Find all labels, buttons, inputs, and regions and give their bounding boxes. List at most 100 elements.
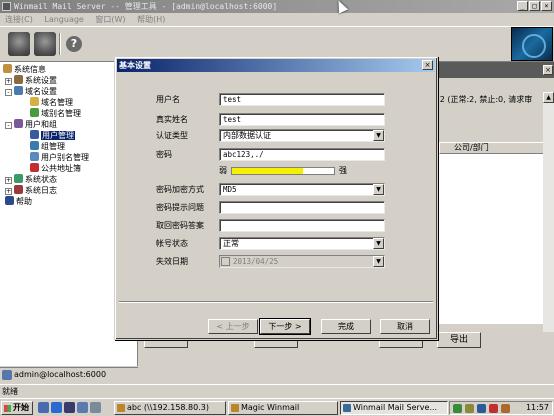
tray-app-icon[interactable] <box>477 404 486 413</box>
task-abc-folder[interactable]: abc (\\192.158.80.3) <box>114 401 226 415</box>
tree-item-help[interactable]: 帮助 <box>5 196 32 207</box>
logs-icon <box>14 185 23 194</box>
tree-item-user-alias[interactable]: 用户别名管理 <box>30 152 89 163</box>
maximize-button[interactable]: □ <box>529 1 540 11</box>
quicklaunch-explorer-icon[interactable] <box>77 402 88 413</box>
connect-server-icon[interactable] <box>8 32 30 56</box>
username-field[interactable]: test <box>219 93 385 106</box>
tree-item-domain-management[interactable]: 域名管理 <box>30 97 73 108</box>
finish-button[interactable]: 完成 <box>321 319 371 334</box>
winmail-logo <box>511 27 553 61</box>
chevron-down-icon[interactable]: ▼ <box>373 184 384 195</box>
tree-item-system-settings[interactable]: + 系统设置 <box>5 75 57 86</box>
chevron-down-icon[interactable]: ▼ <box>373 238 384 249</box>
quicklaunch-ie-icon[interactable] <box>51 402 62 413</box>
minimize-button[interactable]: _ <box>517 1 528 11</box>
domain-management-icon <box>30 97 39 106</box>
tray-volume-icon[interactable] <box>465 404 474 413</box>
status-bar: 就绪 <box>0 384 554 398</box>
realname-field[interactable]: test <box>219 113 385 126</box>
realname-label: 真实姓名 <box>156 115 188 124</box>
quicklaunch-server-icon[interactable] <box>90 402 101 413</box>
basic-settings-dialog: 基本设置 × 用户名 test 真实姓名 test 认证类型 内部数据认证 ▼ … <box>114 56 438 340</box>
task-winmail-server[interactable]: Winmail Mail Serve... <box>340 401 448 415</box>
tree-item-address-book[interactable]: 公共地址簿 <box>30 163 81 174</box>
expand-icon[interactable]: + <box>5 78 12 85</box>
clock: 11:57 <box>525 403 549 412</box>
expire-date-checkbox[interactable] <box>221 257 230 266</box>
system-info-icon <box>3 64 12 73</box>
tray-network-icon[interactable] <box>453 404 462 413</box>
quicklaunch-desktop-icon[interactable] <box>38 402 49 413</box>
toolbar-separator <box>59 33 61 55</box>
tray-mail-icon[interactable] <box>501 404 510 413</box>
tray-shield-icon[interactable] <box>489 404 498 413</box>
tree-item-domain-settings[interactable]: - 域名设置 <box>5 86 57 97</box>
hint-question-field[interactable] <box>219 201 385 214</box>
export-button[interactable]: 导出 <box>437 332 481 348</box>
chevron-down-icon[interactable]: ▼ <box>373 256 384 267</box>
back-button[interactable]: < 上一步 <box>208 319 258 334</box>
window-title: Winmail Mail Server -- 管理工具 - [admin@loc… <box>14 2 278 11</box>
tree-item-system-status[interactable]: + 系统状态 <box>5 174 57 185</box>
menu-window[interactable]: 窗口(W) <box>95 15 125 24</box>
folder-icon <box>117 404 125 412</box>
help-book-icon <box>5 196 14 205</box>
menu-bar: 连接(C) Language 窗口(W) 帮助(H) <box>0 13 554 26</box>
tree-item-group-management[interactable]: 组管理 <box>30 141 65 152</box>
expand-icon[interactable]: + <box>5 188 12 195</box>
hint-answer-field[interactable] <box>219 219 385 232</box>
strength-weak-label: 弱 <box>219 166 227 175</box>
status-icon <box>14 174 23 183</box>
password-field[interactable]: abc123,./ <box>219 148 385 161</box>
panel-close-button[interactable]: × <box>543 65 553 75</box>
cancel-button[interactable]: 取消 <box>380 319 430 334</box>
user-count-summary: :2 (正常:2, 禁止:0, 请求审 <box>437 95 533 104</box>
user-icon <box>30 130 39 139</box>
strength-strong-label: 强 <box>339 166 347 175</box>
user-list[interactable] <box>437 154 543 324</box>
tree-item-users-groups[interactable]: - 用户和组 <box>5 119 57 130</box>
settings-icon <box>14 75 23 84</box>
tree-item-system-logs[interactable]: + 系统日志 <box>5 185 57 196</box>
menu-connect[interactable]: 连接(C) <box>5 15 33 24</box>
start-button[interactable]: 开始 <box>1 401 33 415</box>
collapse-icon[interactable]: - <box>5 89 12 96</box>
auth-type-label: 认证类型 <box>156 131 188 140</box>
chevron-down-icon[interactable]: ▼ <box>373 130 384 141</box>
system-tray: 11:57 <box>449 401 553 415</box>
hint-question-label: 密码提示问题 <box>156 203 204 212</box>
close-button[interactable]: × <box>541 1 552 11</box>
tree-item-system-info[interactable]: 系统信息 <box>3 64 46 75</box>
taskbar: 开始 abc (\\192.158.80.3) Magic Winmail Wi… <box>0 398 554 416</box>
expire-date-label: 失效日期 <box>156 257 188 266</box>
task-magic-winmail[interactable]: Magic Winmail <box>228 401 338 415</box>
dialog-title: 基本设置 <box>119 61 151 70</box>
collapse-icon[interactable]: - <box>5 122 12 129</box>
username-label: 用户名 <box>156 95 180 104</box>
status-text: 就绪 <box>2 387 18 396</box>
column-header-department[interactable]: 公司/部门 <box>439 142 554 154</box>
vertical-scrollbar[interactable]: ▲ <box>543 92 554 332</box>
users-groups-icon <box>14 119 23 128</box>
encrypt-select[interactable]: MD5 ▼ <box>219 183 385 196</box>
quicklaunch-cmd-icon[interactable] <box>64 402 75 413</box>
tree-item-domain-alias[interactable]: 域别名管理 <box>30 108 81 119</box>
menu-language[interactable]: Language <box>44 15 83 24</box>
password-label: 密码 <box>156 150 172 159</box>
disconnect-server-icon[interactable] <box>34 32 56 56</box>
tree-item-user-management[interactable]: 用户管理 <box>30 130 75 141</box>
auth-type-select[interactable]: 内部数据认证 ▼ <box>219 129 385 142</box>
scroll-up-icon[interactable]: ▲ <box>543 92 554 103</box>
expire-date-field[interactable]: 2013/04/25 ▼ <box>219 255 385 268</box>
expand-icon[interactable]: + <box>5 177 12 184</box>
encrypt-label: 密码加密方式 <box>156 185 204 194</box>
menu-help[interactable]: 帮助(H) <box>137 15 165 24</box>
account-status-select[interactable]: 正常 ▼ <box>219 237 385 250</box>
hint-answer-label: 取回密码答案 <box>156 221 204 230</box>
help-icon[interactable]: ? <box>66 36 82 52</box>
next-button[interactable]: 下一步 > <box>259 318 311 335</box>
account-status-label: 帐号状态 <box>156 239 188 248</box>
dialog-close-button[interactable]: × <box>422 60 433 70</box>
domain-alias-icon <box>30 108 39 117</box>
